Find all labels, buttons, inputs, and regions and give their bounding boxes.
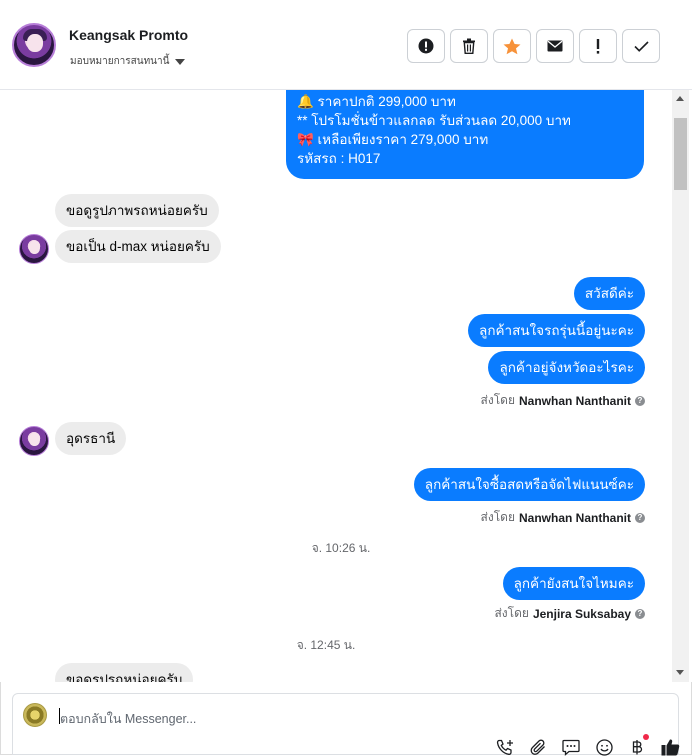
- timestamp-divider: จ. 10:26 น.: [311, 541, 371, 555]
- message-list[interactable]: ▪▪▪▪▪▪▪ ▪▪▪▪▪▪▪▪▪▪▪▪▪▪▪▪ 🔔 ราคาปกติ 299,…: [0, 90, 692, 682]
- sent-by-label: ส่งโดย Nanwhan Nanthanit ?: [481, 391, 645, 410]
- sender-name[interactable]: Nanwhan Nanthanit: [519, 511, 631, 525]
- message-composer[interactable]: ตอบกลับใน Messenger...: [12, 693, 680, 756]
- page-avatar: [23, 703, 47, 727]
- scroll-up-arrow-icon[interactable]: [676, 96, 684, 101]
- mark-spam-button[interactable]: [407, 29, 445, 63]
- scrollbar-thumb[interactable]: [674, 118, 687, 190]
- message-line: ▪▪▪▪▪▪▪ ▪▪▪▪▪▪▪▪▪▪▪▪▪▪▪▪: [297, 90, 633, 92]
- message-scrollbar[interactable]: [672, 90, 689, 682]
- saved-replies-button[interactable]: [561, 738, 581, 756]
- star-button[interactable]: [493, 29, 531, 63]
- conversation-header: Keangsak Promto มอบหมายการสนทนานี้: [0, 0, 692, 90]
- caret-down-icon: [175, 58, 186, 65]
- message-bubble-outgoing[interactable]: ลูกค้ายังสนใจไหมคะ: [502, 567, 645, 600]
- assign-label: มอบหมายการสนทนานี้: [70, 56, 170, 67]
- attach-button[interactable]: [528, 738, 548, 756]
- contact-avatar[interactable]: [12, 23, 56, 67]
- message-line: ** โปรโมชั่นข้าวแลกลด รับส่วนลด 20,000 บ…: [297, 113, 571, 128]
- sent-by-prefix: ส่งโดย: [480, 393, 515, 407]
- sent-by-prefix: ส่งโดย: [494, 606, 529, 620]
- message-bubble-incoming[interactable]: ขอดูรูปภาพรถหน่อยครับ: [55, 194, 219, 227]
- payment-button[interactable]: [627, 734, 649, 756]
- message-bubble-outgoing[interactable]: ลูกค้าสนใจซื้อสดหรือจัดไฟแนนซ์คะ: [413, 468, 645, 501]
- message-bubble-outgoing[interactable]: ลูกค้าสนใจรถรุ่นนี้อยู่นะคะ: [468, 314, 645, 347]
- email-button[interactable]: [536, 29, 574, 63]
- emoji-button[interactable]: [594, 738, 614, 756]
- timestamp-divider: จ. 12:45 น.: [296, 638, 356, 652]
- assign-conversation-dropdown[interactable]: มอบหมายการสนทนานี้: [70, 54, 186, 69]
- mark-done-button[interactable]: [622, 29, 660, 63]
- help-icon[interactable]: ?: [635, 395, 645, 406]
- mark-important-button[interactable]: [579, 29, 617, 63]
- help-icon[interactable]: ?: [635, 608, 645, 619]
- message-bubble-incoming[interactable]: ขอดูรูปรถหน่อยครับ: [55, 663, 194, 682]
- message-line: 🔔 ราคาปกติ 299,000 บาท: [297, 94, 456, 109]
- thumbs-up-icon: [661, 739, 679, 756]
- message-bubble-outgoing[interactable]: ลูกค้าอยู่จังหวัดอะไรคะ: [488, 351, 645, 384]
- help-icon[interactable]: ?: [635, 512, 645, 523]
- exclamation-icon: [596, 38, 600, 54]
- reply-input[interactable]: ตอบกลับใน Messenger...: [60, 709, 196, 729]
- check-icon: [633, 40, 649, 52]
- contact-avatar-small: [19, 426, 49, 456]
- notification-dot: [643, 734, 649, 740]
- composer-tools: [495, 734, 680, 756]
- contact-name[interactable]: Keangsak Promto: [69, 27, 188, 43]
- sender-name[interactable]: Nanwhan Nanthanit: [519, 394, 631, 408]
- contact-avatar-small: [19, 234, 49, 264]
- sent-by-label: ส่งโดย Nanwhan Nanthanit ?: [481, 508, 645, 527]
- smiley-icon: [595, 738, 613, 756]
- chat-bubble-icon: [562, 739, 580, 756]
- alert-circle-icon: [418, 38, 434, 54]
- message-bubble-outgoing[interactable]: ▪▪▪▪▪▪▪ ▪▪▪▪▪▪▪▪▪▪▪▪▪▪▪▪ 🔔 ราคาปกติ 299,…: [286, 90, 644, 179]
- message-bubble-incoming[interactable]: ขอเป็น d-max หน่อยครับ: [55, 230, 221, 263]
- call-button[interactable]: [495, 738, 515, 756]
- message-line: รหัสรถ : H017: [297, 151, 381, 166]
- delete-button[interactable]: [450, 29, 488, 63]
- header-actions: [407, 29, 660, 63]
- message-bubble-outgoing[interactable]: สวัสดีค่ะ: [573, 277, 645, 310]
- envelope-icon: [547, 40, 563, 52]
- paperclip-icon: [530, 739, 545, 755]
- star-icon: [503, 38, 521, 54]
- trash-icon: [463, 38, 475, 54]
- phone-plus-icon: [496, 739, 513, 755]
- like-button[interactable]: [660, 738, 680, 756]
- scroll-down-arrow-icon[interactable]: [676, 670, 684, 675]
- sent-by-prefix: ส่งโดย: [480, 510, 515, 524]
- message-bubble-incoming[interactable]: อุดรธานี: [55, 422, 127, 455]
- message-line: 🎀 เหลือเพียงราคา 279,000 บาท: [297, 132, 489, 147]
- sent-by-label: ส่งโดย Jenjira Suksabay ?: [494, 604, 645, 623]
- sender-name[interactable]: Jenjira Suksabay: [533, 607, 631, 621]
- baht-icon: [632, 739, 643, 754]
